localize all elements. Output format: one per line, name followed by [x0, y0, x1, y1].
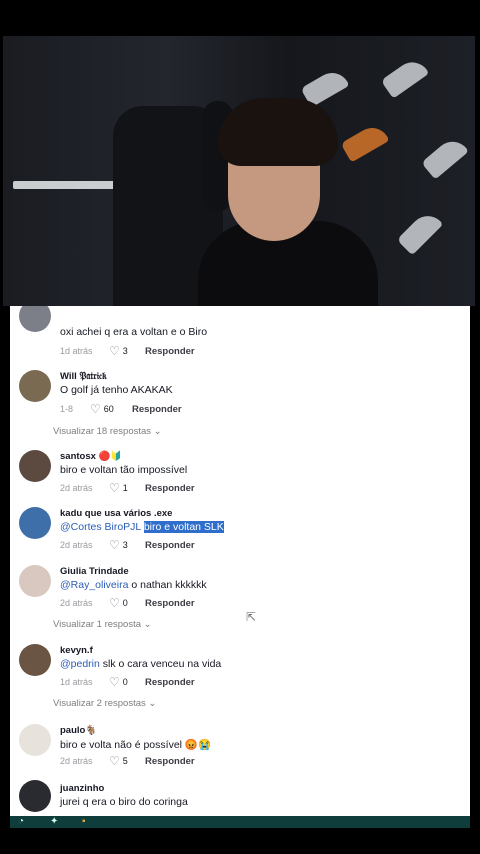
- avatar[interactable]: [19, 450, 51, 482]
- heart-outline-icon: ♡: [109, 596, 120, 610]
- app-icon[interactable]: ▪: [82, 816, 86, 827]
- comment-username[interactable]: Will 𝔓𝔞𝔱𝔯𝔦𝔠𝔨: [60, 371, 107, 382]
- heart-outline-icon: ♡: [109, 675, 120, 689]
- reply-button[interactable]: Responder: [145, 677, 195, 688]
- comment-body: o nathan kkkkkk: [131, 579, 207, 591]
- avatar[interactable]: [19, 306, 51, 332]
- comment-body: slk o cara venceu na vida: [102, 658, 222, 670]
- comment-username[interactable]: santosx 🔴🔰: [60, 451, 122, 462]
- like-button[interactable]: ♡ 1: [109, 481, 128, 495]
- comment-text: O golf já tenho AKAKAK: [60, 384, 173, 396]
- reply-button[interactable]: Responder: [145, 756, 195, 767]
- comment-text: biro e voltan tão impossível: [60, 464, 188, 476]
- view-replies-link[interactable]: Visualizar 1 resposta ⌄: [53, 619, 152, 630]
- like-button[interactable]: ♡ 3: [109, 344, 128, 358]
- comment-time: 2d atrás: [60, 483, 93, 493]
- sneaker-shelf-item: [340, 121, 390, 163]
- avatar[interactable]: [19, 370, 51, 402]
- comment-username[interactable]: paulo🐐: [60, 725, 97, 736]
- sneaker-shelf-item: [421, 134, 469, 180]
- like-button[interactable]: ♡ 60: [90, 402, 114, 416]
- comment-time: 2d atrás: [60, 756, 93, 766]
- mention-link[interactable]: @Ray_oliveira: [60, 579, 128, 591]
- like-button[interactable]: ♡ 5: [109, 754, 128, 768]
- comment-text: @Cortes BiroPJL biro e voltan SLK: [60, 521, 224, 533]
- comment-username[interactable]: kevyn.f: [60, 645, 93, 656]
- avatar[interactable]: [19, 780, 51, 812]
- sneaker-shelf-item: [380, 55, 430, 99]
- mention-link[interactable]: @Cortes BiroPJL: [60, 521, 141, 533]
- view-replies-link[interactable]: Visualizar 18 respostas ⌄: [53, 426, 162, 437]
- reply-button[interactable]: Responder: [145, 540, 195, 551]
- heart-outline-icon: ♡: [109, 538, 120, 552]
- video-frame[interactable]: [3, 36, 475, 306]
- reply-button[interactable]: Responder: [145, 483, 195, 494]
- comment-time: 1-8: [60, 404, 74, 414]
- view-replies-link[interactable]: Visualizar 2 respostas ⌄: [53, 698, 156, 709]
- reply-button[interactable]: Responder: [132, 404, 182, 415]
- comments-panel[interactable]: oxi achei q era a voltan e o Biro 1d atr…: [10, 306, 470, 816]
- bottom-bar: ◔ ✦ ▪: [10, 816, 470, 828]
- like-count: 60: [103, 404, 114, 414]
- mouse-pointer-icon: ⇱: [246, 610, 257, 624]
- like-button[interactable]: ♡ 0: [109, 675, 128, 689]
- comment-time: 2d atrás: [60, 598, 93, 608]
- comment-username[interactable]: Giulia Trindade: [60, 566, 129, 577]
- comment-text: biro e volta não é possível 😡😭: [60, 739, 212, 751]
- like-button[interactable]: ♡ 3: [109, 538, 128, 552]
- reply-button[interactable]: Responder: [145, 346, 195, 357]
- like-count: 3: [122, 346, 128, 356]
- sneaker-shelf-item: [396, 208, 444, 256]
- comment-username[interactable]: juanzinho: [60, 783, 104, 794]
- like-count: 1: [122, 483, 128, 493]
- reply-button[interactable]: Responder: [145, 598, 195, 609]
- heart-outline-icon: ♡: [90, 402, 101, 416]
- comment-time: 2d atrás: [60, 540, 93, 550]
- avatar[interactable]: [19, 565, 51, 597]
- comment-username[interactable]: kadu que usa vários .exe: [60, 508, 172, 519]
- like-count: 0: [122, 677, 128, 687]
- comment-time: 1d atrás: [60, 346, 93, 356]
- heart-outline-icon: ♡: [109, 481, 120, 495]
- avatar[interactable]: [19, 507, 51, 539]
- avatar[interactable]: [19, 644, 51, 676]
- comment-text: jurei q era o biro do coringa: [60, 796, 188, 808]
- home-icon[interactable]: ◔: [18, 816, 24, 827]
- person-hair: [218, 98, 338, 166]
- like-count: 3: [122, 540, 128, 550]
- avatar[interactable]: [19, 724, 51, 756]
- like-count: 5: [122, 756, 128, 766]
- heart-outline-icon: ♡: [109, 754, 120, 768]
- like-count: 0: [122, 598, 128, 608]
- star-icon[interactable]: ✦: [50, 816, 58, 827]
- comment-text: @Ray_oliveira o nathan kkkkkk: [60, 579, 207, 591]
- comment-text: oxi achei q era a voltan e o Biro: [60, 326, 208, 338]
- heart-outline-icon: ♡: [109, 344, 120, 358]
- comment-time: 1d atrás: [60, 677, 93, 687]
- like-button[interactable]: ♡ 0: [109, 596, 128, 610]
- mention-link[interactable]: @pedrin: [60, 658, 100, 670]
- selected-text: biro e voltan SLK: [143, 521, 224, 533]
- comment-text: @pedrin slk o cara venceu na vida: [60, 658, 221, 670]
